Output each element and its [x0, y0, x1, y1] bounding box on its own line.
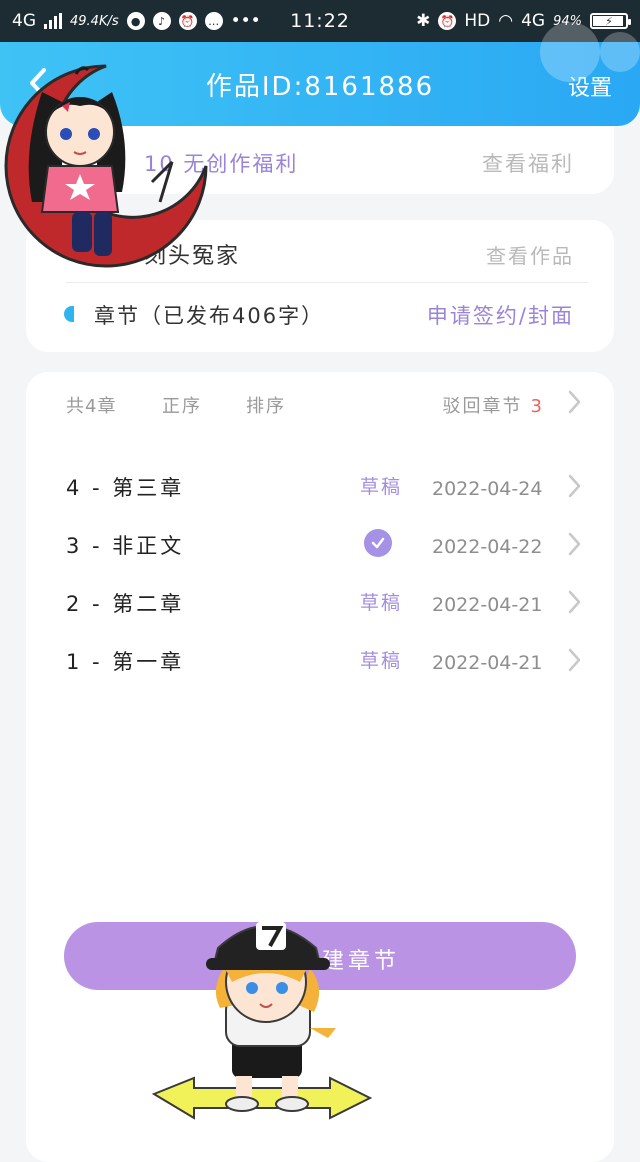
apply-contract-link[interactable]: 申请签约/封面 — [427, 300, 574, 330]
signal-icon — [44, 13, 62, 29]
chapter-row[interactable]: 2 - 第二章 草稿 2022-04-21 — [66, 588, 584, 624]
chevron-right-icon — [568, 532, 581, 556]
sort-button[interactable]: 排序 — [246, 392, 286, 418]
published-check-icon — [364, 529, 392, 557]
chapter-title: 3 - 非正文 — [66, 534, 185, 558]
wifi-icon: ◠ — [498, 11, 514, 31]
chapter-row[interactable]: 3 - 非正文 2022-04-22 — [66, 529, 584, 566]
chapter-status: 草稿 — [360, 476, 403, 498]
page-title: 作品ID:8161886 — [205, 71, 435, 102]
chapter-row[interactable]: 4 - 第三章 草稿 2022-04-24 — [66, 472, 584, 508]
chapter-total: 共4章 — [66, 396, 117, 417]
hd-label: HD — [464, 11, 491, 31]
chapter-title: 2 - 第二章 — [66, 592, 185, 616]
network-speed: 49.4K/s — [70, 13, 119, 29]
chevron-right-icon — [568, 590, 581, 614]
chapter-row[interactable]: 1 - 第一章 草稿 2022-04-21 — [66, 646, 584, 682]
chat-icon: … — [204, 12, 223, 30]
alarm-icon: ⏰ — [178, 12, 197, 30]
divider — [66, 282, 588, 283]
chapter-date: 2022-04-22 — [432, 536, 543, 558]
alarm-icon-right: ⏰ — [438, 12, 457, 30]
chapter-date: 2022-04-24 — [432, 478, 543, 500]
chevron-right-icon — [568, 648, 581, 672]
chapter-toolbar: 共4章 正序 排序 驳回章节 3 — [66, 390, 584, 422]
moon-girl-sticker — [4, 64, 208, 268]
chapter-date: 2022-04-21 — [432, 652, 543, 674]
bluetooth-icon: ✱ — [416, 11, 431, 31]
battery-icon: ⚡ — [590, 13, 631, 29]
rejected-count: 3 — [530, 396, 544, 417]
order-toggle[interactable]: 正序 — [162, 392, 202, 418]
cap-boy-sticker — [151, 922, 373, 1120]
chevron-right-icon[interactable] — [564, 388, 584, 416]
planet-icon: ● — [126, 12, 145, 30]
rejected-chapters-link[interactable]: 驳回章节 3 — [443, 392, 544, 418]
rejected-label: 驳回章节 — [442, 396, 523, 417]
clock: 11:22 — [290, 10, 350, 32]
chapter-status: 草稿 — [360, 592, 403, 614]
chapter-date: 2022-04-21 — [432, 594, 543, 616]
chapter-title: 1 - 第一章 — [66, 650, 185, 674]
view-welfare-link[interactable]: 查看福利 — [482, 148, 574, 178]
chapter-title: 4 - 第三章 — [66, 476, 185, 500]
view-work-link[interactable]: 查看作品 — [486, 240, 574, 269]
decor-bubble — [600, 32, 640, 72]
chevron-right-icon — [568, 474, 581, 498]
chapter-status: 草稿 — [360, 650, 403, 672]
music-icon: ♪ — [152, 12, 171, 30]
settings-button[interactable]: 设置 — [568, 70, 612, 102]
network-label: 4G — [12, 11, 36, 31]
more-icon: ••• — [230, 11, 261, 31]
chapter-summary: 章节（已发布406字） — [94, 304, 325, 328]
chapter-marker — [64, 306, 74, 322]
network2-label: 4G — [521, 11, 546, 31]
